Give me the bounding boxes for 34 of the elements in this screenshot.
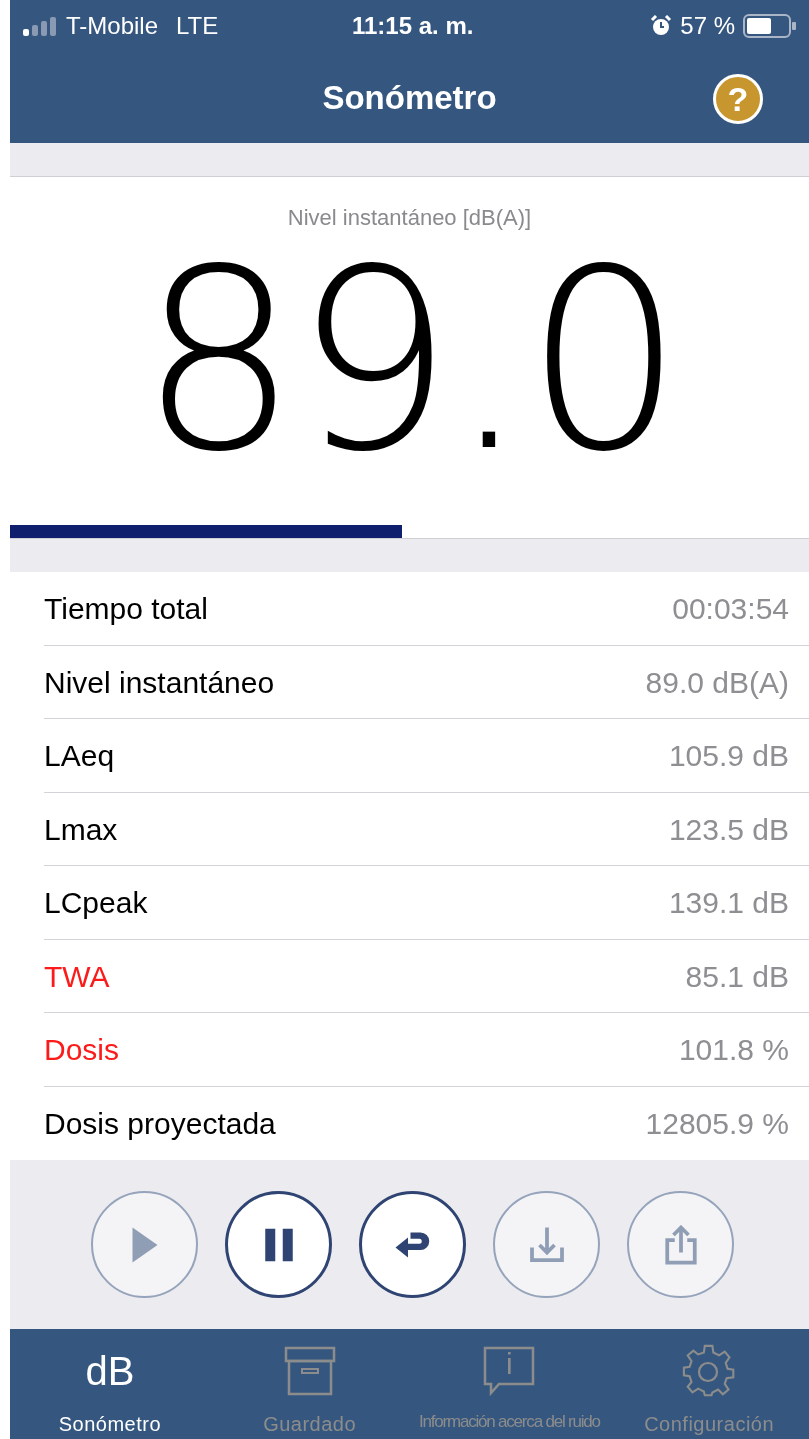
network-type: LTE — [176, 11, 219, 41]
row-value: 123.5 dB — [668, 811, 789, 848]
row-value: 89.0 dB(A) — [645, 664, 789, 701]
row-label: TWA — [44, 958, 110, 995]
row-label: LAeq — [44, 738, 115, 774]
battery-icon — [743, 13, 797, 39]
tab-item[interactable]: Configuración — [609, 1329, 809, 1439]
row-value: 105.9 dB — [668, 738, 789, 774]
battery-percent: 57 % — [680, 11, 735, 41]
info-bubble-icon: i — [483, 1346, 536, 1396]
row-value: 139.1 dB — [668, 885, 789, 921]
archive-box-icon — [283, 1346, 336, 1396]
tab-item[interactable]: dB Sonómetro — [10, 1329, 210, 1439]
row-label: Dosis proyectada — [44, 1106, 276, 1142]
tab-item[interactable]: Guardado — [209, 1329, 410, 1439]
carrier-name: T-Mobile — [66, 11, 159, 41]
meter-label: Nivel instantáneo [dB(A)] — [287, 204, 532, 233]
row-label: Tiempo total — [44, 591, 208, 627]
row-value: 101.8 % — [678, 1032, 789, 1068]
db-icon: dB — [85, 1345, 135, 1397]
row-label: LCpeak — [44, 885, 148, 921]
row-value: 00:03:54 — [672, 591, 789, 627]
help-button[interactable]: ? — [713, 74, 763, 124]
status-time: 11:15 a. m. — [352, 11, 474, 41]
row-value: 85.1 dB — [685, 958, 789, 995]
alarm-icon — [650, 15, 673, 37]
row-label: Lmax — [44, 811, 118, 848]
tab-item[interactable]: i Información acerca del ruido — [409, 1329, 610, 1439]
settings-icon — [682, 1344, 737, 1398]
row-label: Dosis — [44, 1032, 119, 1068]
row-label: Nivel instantáneo — [44, 664, 275, 701]
screen-title: Sonómetro — [322, 77, 497, 118]
row-value: 12805.9 % — [645, 1106, 789, 1142]
meter-value: 89.0 — [139, 236, 680, 487]
